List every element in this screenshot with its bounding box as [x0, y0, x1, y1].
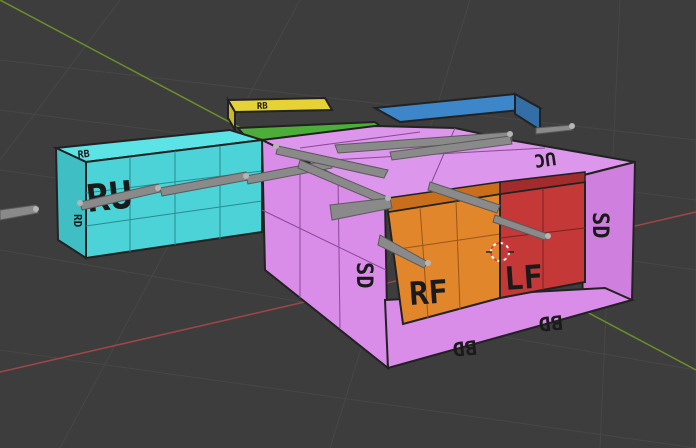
red-block-label: LF: [503, 257, 544, 298]
cyan-block-side-label: RD: [71, 214, 84, 228]
pink-block-bottom-right-label: BD: [538, 310, 564, 336]
orange-block-label: RF: [408, 272, 449, 313]
yellow-block-label: RB: [257, 102, 269, 112]
pink-block-bottom-left-label: BD: [452, 335, 478, 361]
3d-viewport[interactable]: RB RU RB RD: [0, 0, 696, 448]
pink-block-top-label: UC: [533, 147, 557, 171]
cyan-block-top-label: RB: [77, 149, 90, 161]
pink-block-side-right-label: SD: [587, 212, 612, 239]
pink-block-side-left-label: SD: [351, 262, 376, 289]
